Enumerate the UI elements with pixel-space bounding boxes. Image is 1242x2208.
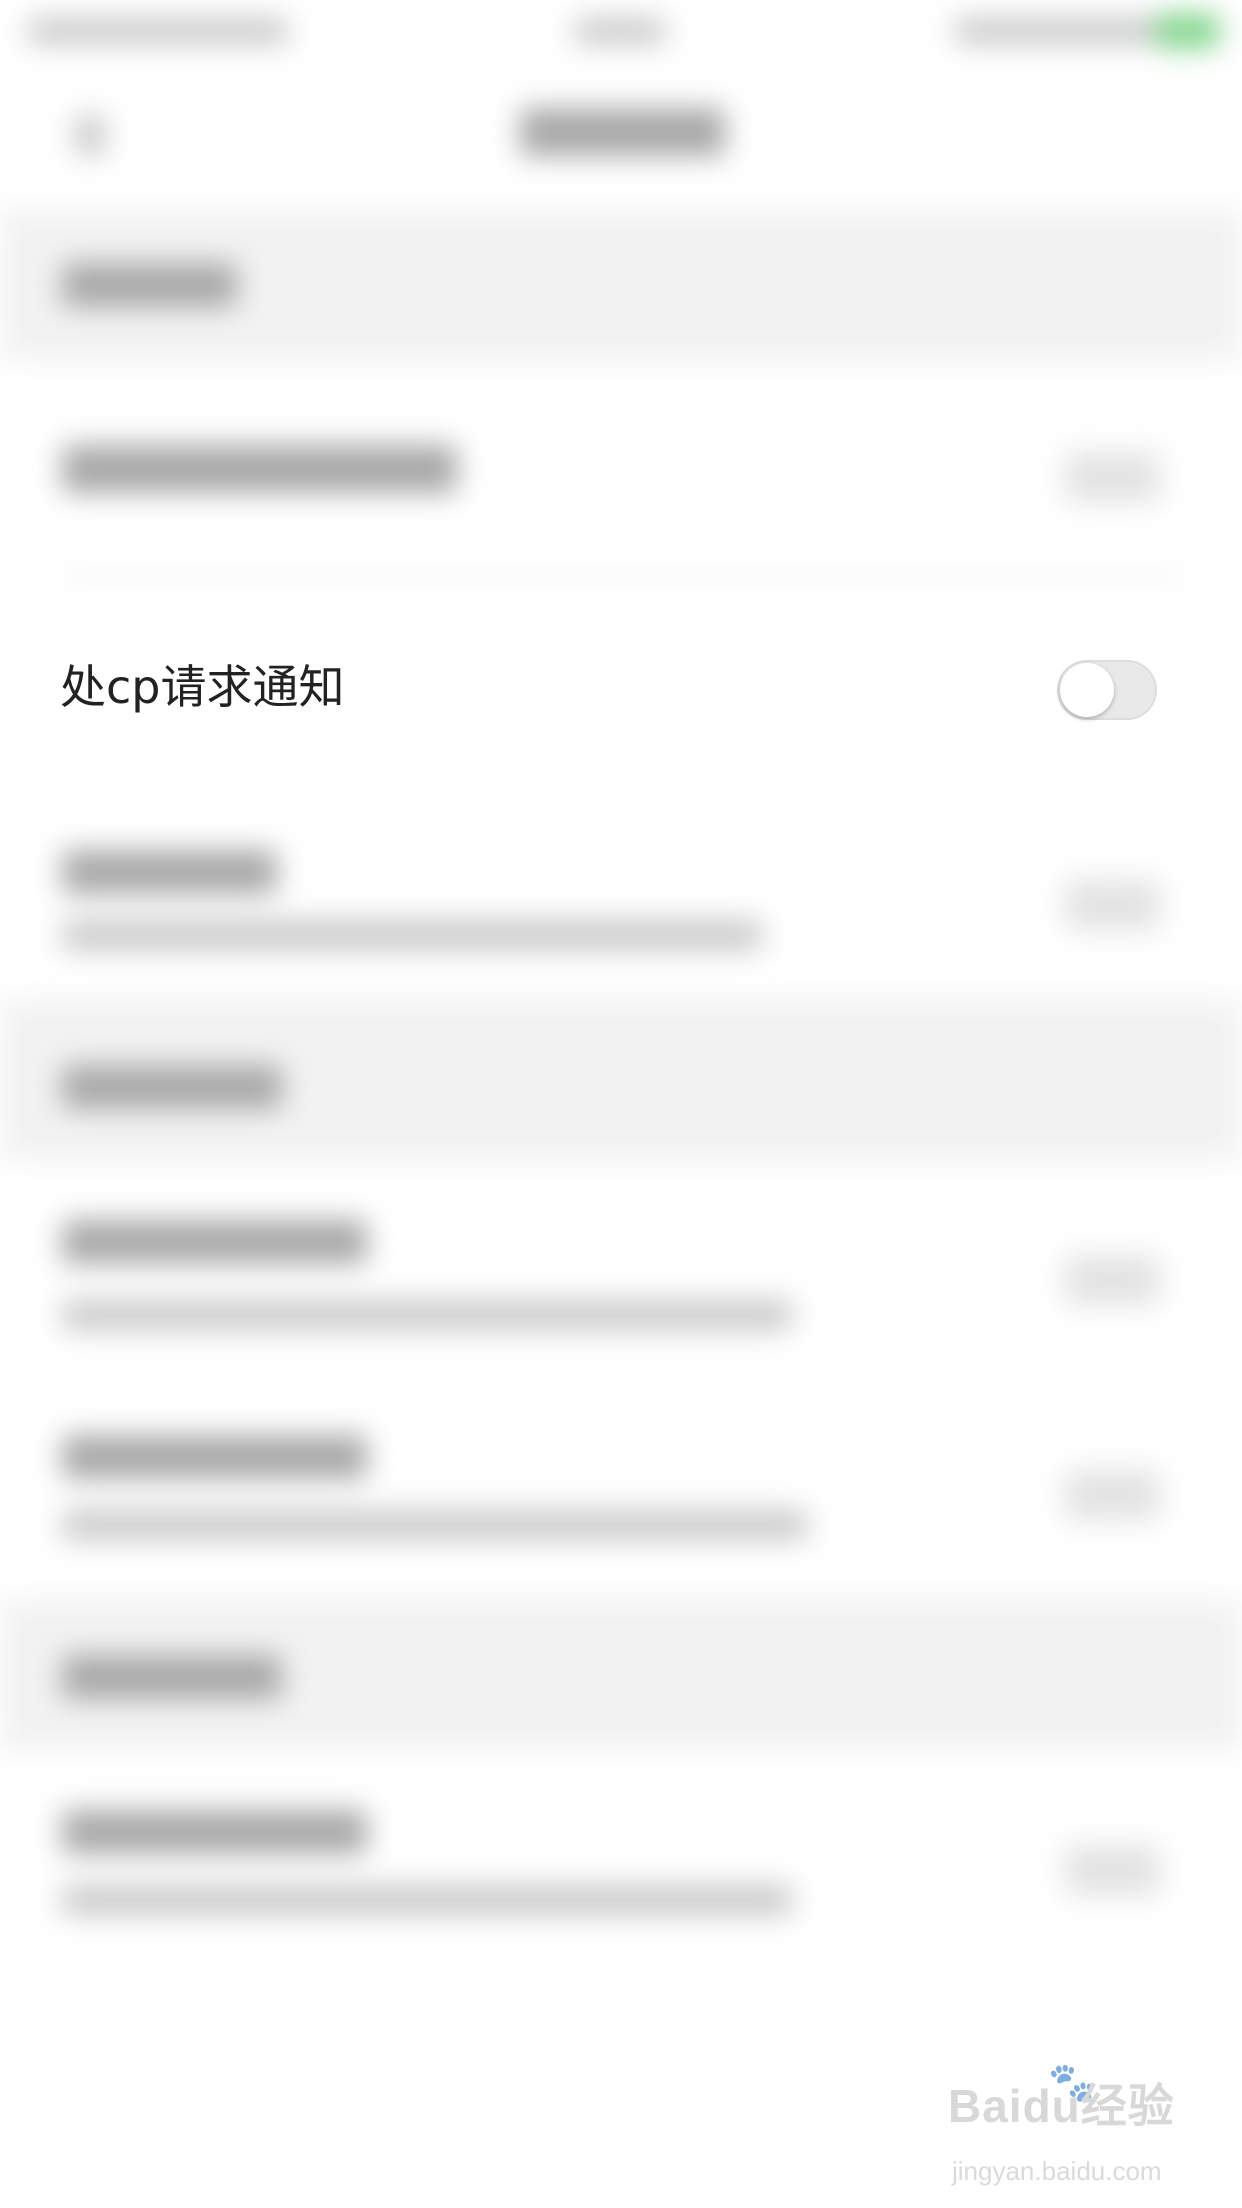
row-subtitle bbox=[62, 1510, 807, 1540]
toggle-knob bbox=[1060, 663, 1114, 717]
row-toggle[interactable] bbox=[1065, 1470, 1160, 1520]
row-toggle[interactable] bbox=[1065, 1845, 1160, 1895]
setting-label-cp-request-notification: 处cp请求通知 bbox=[60, 660, 345, 714]
divider bbox=[62, 574, 1182, 578]
blurred-background bbox=[0, 0, 1242, 2208]
watermark-brand: Baidu经验 bbox=[948, 2080, 1175, 2132]
page-title bbox=[520, 108, 725, 156]
settings-screen: 处cp请求通知 🐾 Baidu经验 jingyan.baidu.com bbox=[0, 0, 1242, 2208]
row-toggle[interactable] bbox=[1065, 880, 1160, 930]
setting-row-cp-request-notification: 处cp请求通知 bbox=[0, 625, 1242, 755]
watermark-url: jingyan.baidu.com bbox=[952, 2156, 1162, 2186]
status-bar-time bbox=[575, 18, 665, 44]
row-title bbox=[62, 1435, 367, 1479]
section-header-title bbox=[62, 263, 237, 307]
section-header-title bbox=[62, 1065, 282, 1109]
battery-icon bbox=[1155, 14, 1220, 48]
cp-request-notification-toggle[interactable] bbox=[1057, 660, 1157, 720]
row-subtitle bbox=[62, 1300, 792, 1330]
status-bar-carrier bbox=[28, 18, 288, 44]
row-toggle[interactable] bbox=[1065, 452, 1160, 502]
row-subtitle bbox=[62, 920, 762, 950]
row-subtitle bbox=[62, 1885, 792, 1915]
row-title bbox=[62, 1810, 367, 1854]
back-icon[interactable] bbox=[75, 115, 105, 155]
row-toggle[interactable] bbox=[1065, 1255, 1160, 1305]
row-title bbox=[62, 850, 277, 894]
row-title bbox=[62, 1220, 367, 1264]
status-bar-indicators bbox=[955, 18, 1165, 44]
section-header-title bbox=[62, 1655, 282, 1699]
row-title bbox=[62, 445, 457, 493]
baidu-jingyan-watermark: 🐾 Baidu经验 jingyan.baidu.com bbox=[948, 2060, 1188, 2200]
